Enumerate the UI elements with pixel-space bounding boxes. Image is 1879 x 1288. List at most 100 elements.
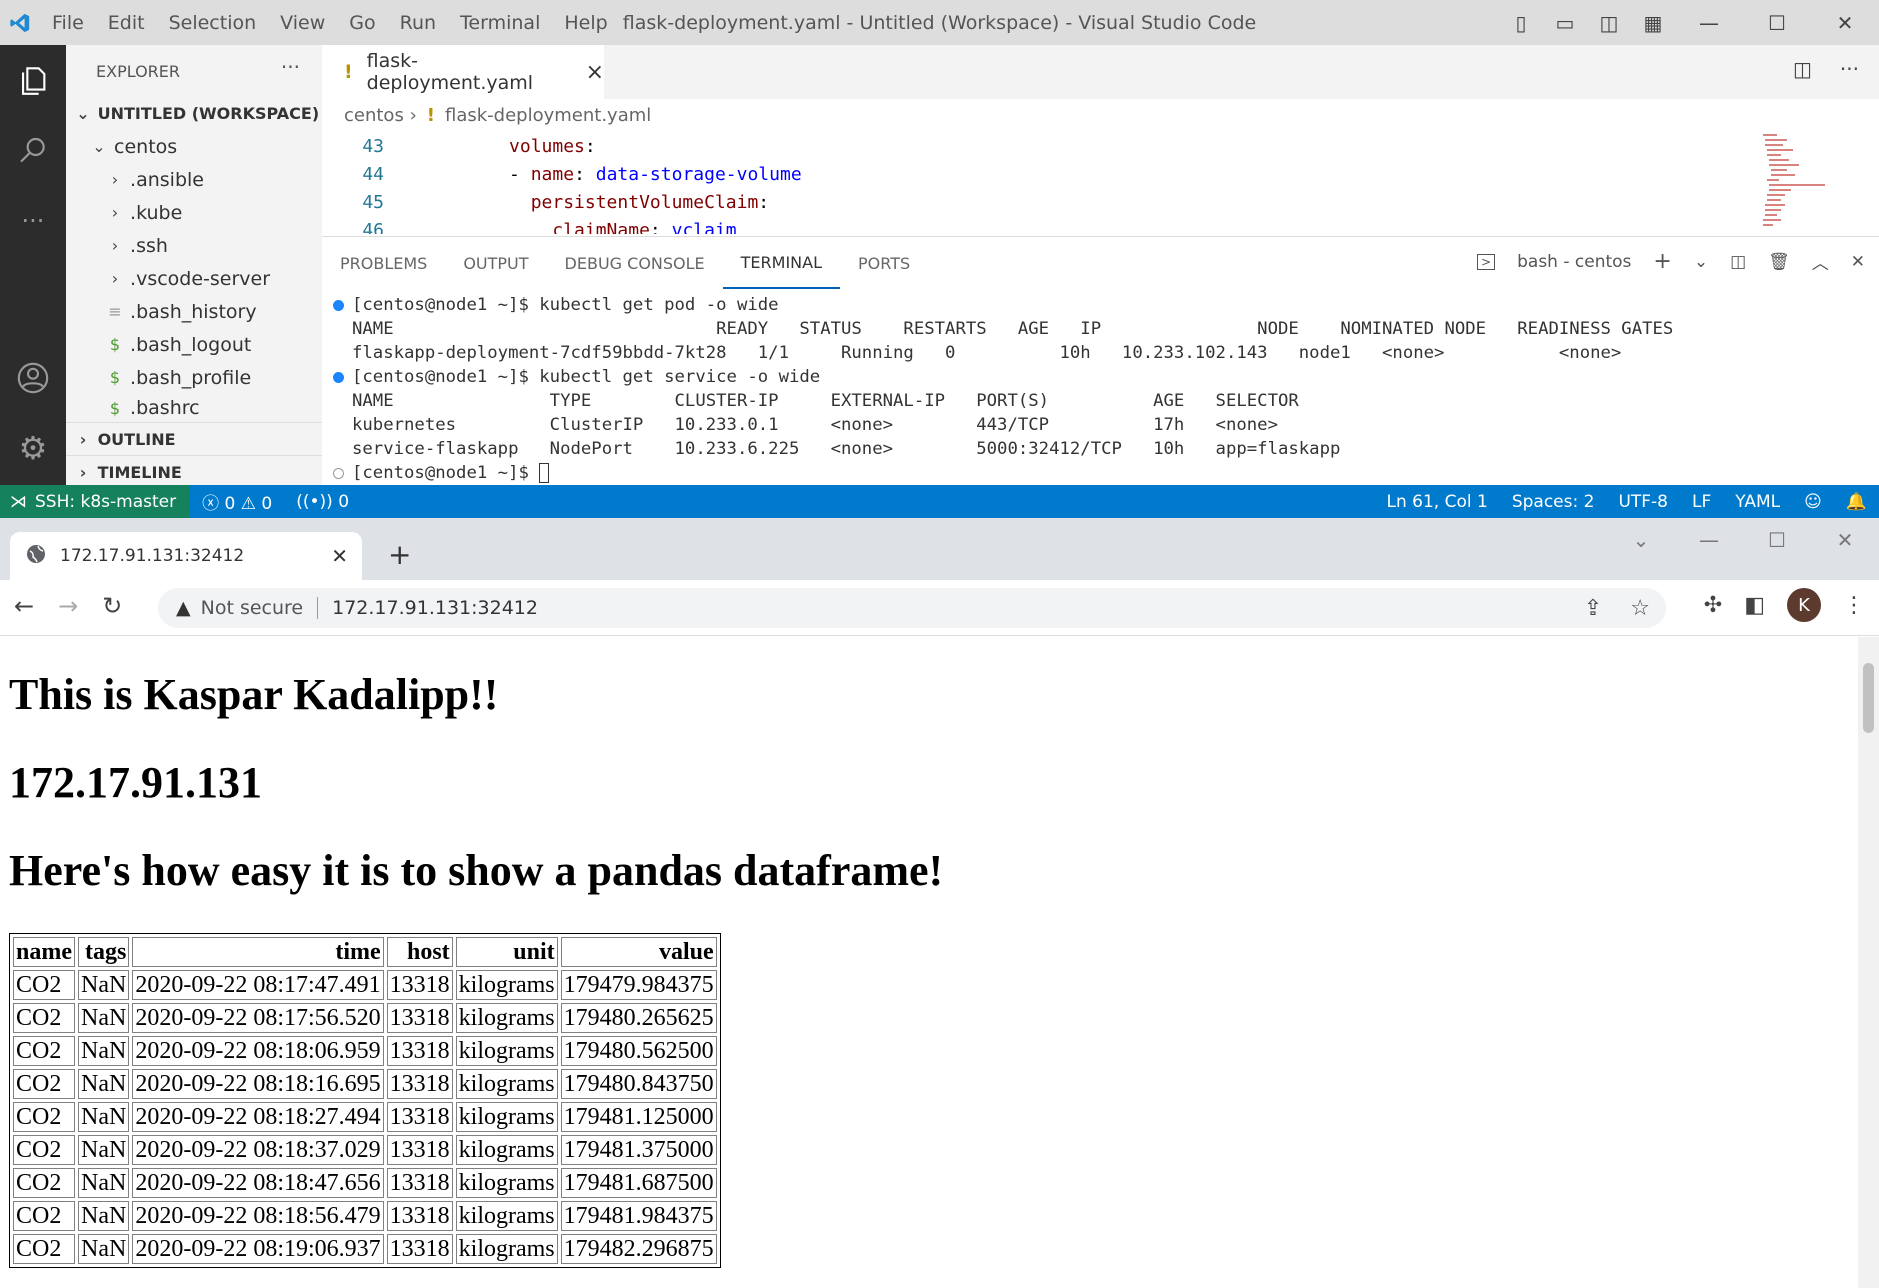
explorer-header: EXPLORER ··· [66, 45, 322, 97]
language-mode[interactable]: YAML [1723, 492, 1792, 512]
minimap[interactable] [1755, 132, 1827, 232]
new-terminal-icon[interactable]: + [1653, 249, 1671, 274]
indent-text: - [444, 163, 531, 185]
folder-ansible[interactable]: › .ansible [66, 163, 322, 196]
cursor-position[interactable]: Ln 61, Col 1 [1375, 492, 1500, 512]
tab-search-icon[interactable]: ⌄ [1607, 528, 1675, 552]
folder-vscode-server[interactable]: › .vscode-server [66, 262, 322, 295]
new-tab-icon[interactable]: + [388, 538, 411, 571]
feedback-icon[interactable]: ☺ [1792, 492, 1834, 512]
url-text[interactable]: 172.17.91.131:32412 [332, 597, 538, 619]
file-bash-logout[interactable]: $ .bash_logout [66, 328, 322, 361]
error-count: 0 [224, 494, 236, 514]
warning-icon[interactable]: ▲ [176, 597, 191, 619]
menu-edit[interactable]: Edit [96, 12, 157, 34]
browser-tab[interactable]: 172.17.91.131:32412 ✕ [10, 532, 362, 580]
bell-icon[interactable]: 🔔 [1834, 492, 1879, 512]
star-icon[interactable]: ☆ [1630, 596, 1650, 621]
file-bash-profile[interactable]: $ .bash_profile [66, 361, 322, 394]
side-panel-icon[interactable]: ◧ [1744, 593, 1765, 618]
folder-kube[interactable]: › .kube [66, 196, 322, 229]
maximize-panel-icon[interactable]: ︿ [1812, 249, 1829, 274]
indentation[interactable]: Spaces: 2 [1500, 492, 1607, 512]
gear-icon[interactable]: ⚙ [0, 418, 66, 478]
menu-selection[interactable]: Selection [157, 12, 269, 34]
vscode-logo-icon[interactable] [0, 0, 40, 45]
outline-section[interactable]: › OUTLINE [66, 422, 322, 455]
toggle-sidebar-icon[interactable]: ▯ [1499, 11, 1543, 35]
accounts-icon[interactable] [0, 348, 66, 408]
minimize-icon[interactable]: — [1675, 528, 1743, 552]
tab-output[interactable]: OUTPUT [445, 237, 546, 289]
page-scrollbar[interactable] [1858, 637, 1879, 1288]
close-window-icon[interactable]: ✕ [1811, 528, 1879, 552]
explorer-icon[interactable] [0, 51, 66, 111]
split-editor-icon[interactable]: ◫ [1793, 57, 1812, 81]
folder-ssh[interactable]: › .ssh [66, 229, 322, 262]
menu-help[interactable]: Help [552, 12, 619, 34]
tab-problems[interactable]: PROBLEMS [322, 237, 445, 289]
minimize-icon[interactable]: — [1675, 11, 1743, 35]
trash-icon[interactable]: 🗑 [1768, 252, 1790, 272]
extensions-icon[interactable]: ✣ [1704, 593, 1722, 618]
divider [317, 597, 319, 619]
yaml-value: vclaim [671, 219, 737, 235]
menu-view[interactable]: View [268, 12, 337, 34]
menu-terminal[interactable]: Terminal [448, 12, 552, 34]
encoding[interactable]: UTF-8 [1606, 492, 1680, 512]
explorer-more-icon[interactable]: ··· [281, 55, 300, 79]
folder-label: .vscode-server [130, 267, 271, 290]
back-icon[interactable]: ← [14, 592, 34, 620]
tab-flask-deployment[interactable]: ! flask-deployment.yaml × [322, 45, 604, 99]
code-line: 43 volumes: [322, 132, 1879, 160]
toggle-secondary-sidebar-icon[interactable]: ◫ [1587, 11, 1631, 35]
command-decoration-icon[interactable] [333, 468, 344, 479]
close-panel-icon[interactable]: ✕ [1851, 252, 1865, 272]
share-icon[interactable]: ⇪ [1584, 596, 1602, 621]
close-tab-icon[interactable]: ✕ [331, 544, 348, 568]
avatar[interactable]: K [1787, 588, 1821, 622]
timeline-section[interactable]: › TIMELINE [66, 455, 322, 485]
terminal-output[interactable]: [centos@node1 ~]$ kubectl get pod -o wid… [322, 293, 1862, 485]
forward-icon[interactable]: → [58, 592, 78, 620]
tab-debug-console[interactable]: DEBUG CONSOLE [547, 237, 723, 289]
address-bar[interactable]: ▲ Not secure 172.17.91.131:32412 ⇪ ☆ [158, 588, 1666, 628]
code-editor[interactable]: 43 volumes: 44 - name: data-storage-volu… [322, 132, 1879, 234]
split-terminal-icon[interactable]: ◫ [1730, 252, 1746, 272]
maximize-icon[interactable]: ☐ [1743, 528, 1811, 552]
tab-ports[interactable]: PORTS [840, 237, 928, 289]
reload-icon[interactable]: ↻ [102, 592, 122, 620]
more-actions-icon[interactable]: ··· [1840, 57, 1859, 81]
more-views-icon[interactable]: ··· [0, 191, 66, 251]
close-window-icon[interactable]: ✕ [1811, 11, 1879, 35]
close-tab-icon[interactable]: × [586, 60, 604, 85]
end-of-line[interactable]: LF [1680, 492, 1723, 512]
scrollbar-thumb[interactable] [1863, 663, 1874, 733]
tab-terminal[interactable]: TERMINAL [722, 253, 841, 289]
menu-file[interactable]: File [40, 12, 96, 34]
toggle-panel-icon[interactable]: ▭ [1543, 11, 1587, 35]
folder-centos[interactable]: ⌄ centos [66, 130, 322, 163]
table-cell-time: 2020-09-22 08:17:47.491 [132, 970, 384, 1000]
menu-run[interactable]: Run [388, 12, 448, 34]
file-bash-history[interactable]: ≡ .bash_history [66, 295, 322, 328]
search-icon[interactable] [0, 121, 66, 181]
remote-indicator[interactable]: ⋊ SSH: k8s-master [0, 485, 191, 518]
command-decoration-icon[interactable] [333, 372, 344, 383]
problems-indicator[interactable]: ⓧ 0 ⚠ 0 [190, 489, 284, 514]
breadcrumb-file[interactable]: flask-deployment.yaml [445, 105, 651, 126]
menu-go[interactable]: Go [337, 12, 387, 34]
table-cell-host: 13318 [386, 970, 453, 1000]
chevron-down-icon[interactable]: ⌄ [1694, 252, 1708, 272]
terminal-name[interactable]: bash - centos [1517, 252, 1631, 272]
command-decoration-icon[interactable] [333, 300, 344, 311]
file-bashrc[interactable]: $ .bashrc [66, 394, 322, 422]
remote-icon: ⋊ [10, 491, 27, 512]
maximize-icon[interactable]: ☐ [1743, 11, 1811, 35]
menu-kebab-icon[interactable]: ⋮ [1843, 593, 1865, 618]
customize-layout-icon[interactable]: ▦ [1631, 11, 1675, 35]
breadcrumb-folder[interactable]: centos [344, 105, 404, 126]
workspace-section[interactable]: ⌄ UNTITLED (WORKSPACE) [66, 97, 322, 130]
security-label[interactable]: Not secure [201, 597, 304, 619]
ports-indicator[interactable]: ((•)) 0 [284, 492, 361, 512]
